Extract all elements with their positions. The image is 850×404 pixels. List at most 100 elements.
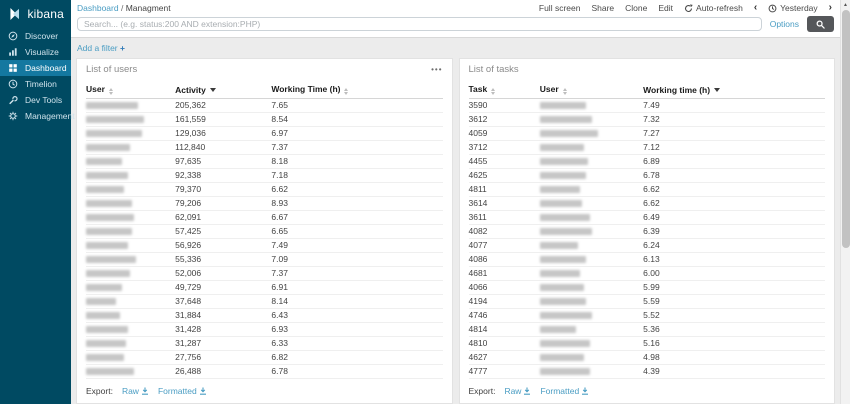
auto-refresh-button[interactable]: Auto-refresh [684,3,743,13]
table-row[interactable]: 112,8407.37 [86,141,443,155]
table-row[interactable]: 37,6488.14 [86,295,443,309]
table-row[interactable]: 44556.89 [469,155,826,169]
share-button[interactable]: Share [591,3,614,13]
table-row[interactable]: 47465.52 [469,309,826,323]
table-row[interactable]: 48116.62 [469,183,826,197]
clone-button[interactable]: Clone [625,3,647,13]
column-header-user[interactable]: User [86,82,175,99]
panel-options-icon[interactable]: ••• [431,66,442,74]
table-row[interactable]: 40665.99 [469,281,826,295]
table-row[interactable]: 31,2876.33 [86,337,443,351]
table-row[interactable]: 52,0067.37 [86,267,443,281]
table-row[interactable]: 26,4886.78 [86,365,443,379]
table-row[interactable]: 79,3706.62 [86,183,443,197]
sidebar-item-discover[interactable]: Discover [0,28,71,44]
user-cell [540,295,643,309]
search-button[interactable] [807,16,834,32]
table-row[interactable]: 31,4286.93 [86,323,443,337]
user-cell [540,309,643,323]
table-row[interactable]: 55,3367.09 [86,253,443,267]
redacted-user-name [86,284,122,291]
table-row[interactable]: 41945.59 [469,295,826,309]
time-picker-button[interactable]: Yesterday [768,3,818,13]
user-cell [540,141,643,155]
table-row[interactable]: 31,8846.43 [86,309,443,323]
sidebar-item-management[interactable]: Management [0,108,71,124]
data-cell: 8.18 [271,155,442,169]
table-row[interactable]: 36146.62 [469,197,826,211]
sidebar-item-visualize[interactable]: Visualize [0,44,71,60]
table-row[interactable]: 62,0916.67 [86,211,443,225]
table-row[interactable]: 37127.12 [469,141,826,155]
options-link[interactable]: Options [770,19,799,29]
add-filter-plus-icon[interactable]: + [120,43,125,53]
breadcrumb-dashboard-link[interactable]: Dashboard [77,3,119,13]
export-raw-link[interactable]: Raw [504,386,531,396]
sidebar-item-timelion[interactable]: Timelion [0,76,71,92]
table-row[interactable]: 36127.32 [469,113,826,127]
breadcrumb-current: Managment [126,3,171,13]
sidebar-item-label: Management [25,111,75,121]
table-row[interactable]: 56,9267.49 [86,239,443,253]
table-row[interactable]: 35907.49 [469,99,826,113]
data-cell: 129,036 [175,127,271,141]
table-row[interactable]: 92,3387.18 [86,169,443,183]
table-row[interactable]: 48145.36 [469,323,826,337]
user-cell [86,239,175,253]
add-filter-button[interactable]: Add a filter [77,43,118,53]
sidebar-item-dashboard[interactable]: Dashboard [0,60,71,76]
table-row[interactable]: 49,7296.91 [86,281,443,295]
table-row[interactable]: 47774.39 [469,365,826,379]
data-cell: 4681 [469,267,540,281]
table-row[interactable]: 48105.16 [469,337,826,351]
user-cell [540,365,643,379]
table-row[interactable]: 79,2068.93 [86,197,443,211]
table-row[interactable]: 27,7566.82 [86,351,443,365]
table-row[interactable]: 97,6358.18 [86,155,443,169]
data-cell: 161,559 [175,113,271,127]
table-row[interactable]: 46816.00 [469,267,826,281]
user-cell [86,281,175,295]
redacted-user-name [86,186,124,193]
sidebar-item-dev-tools[interactable]: Dev Tools [0,92,71,108]
export-raw-link[interactable]: Raw [122,386,149,396]
redacted-user-name [540,340,590,347]
filter-bar: Add a filter + [76,41,835,58]
export-formatted-link[interactable]: Formatted [158,386,207,396]
download-icon [199,387,207,395]
table-row[interactable]: 205,3627.65 [86,99,443,113]
panel-list-of-tasks: List of tasks TaskUserWorking time (h) 3… [459,58,836,404]
user-cell [86,337,175,351]
edit-button[interactable]: Edit [658,3,673,13]
table-row[interactable]: 40866.13 [469,253,826,267]
kibana-logo[interactable]: kibana [0,0,71,28]
column-header-working-time-h[interactable]: Working time (h) [643,82,825,99]
table-row[interactable]: 40826.39 [469,225,826,239]
table-row[interactable]: 129,0366.97 [86,127,443,141]
table-row[interactable]: 40776.24 [469,239,826,253]
table-row[interactable]: 46274.98 [469,351,826,365]
table-row[interactable]: 161,5598.54 [86,113,443,127]
redacted-user-name [540,130,598,137]
export-formatted-link[interactable]: Formatted [540,386,589,396]
full-screen-button[interactable]: Full screen [539,3,581,13]
scroll-up-arrow-icon[interactable]: ▲ [841,0,850,10]
chevron-left-icon[interactable]: ‹ [754,3,757,13]
column-header-user[interactable]: User [540,82,643,99]
user-cell [540,197,643,211]
sidebar-item-label: Visualize [25,47,59,57]
table-row[interactable]: 46256.78 [469,169,826,183]
column-header-activity[interactable]: Activity [175,82,271,99]
chevron-right-icon[interactable]: › [829,3,832,13]
column-header-working-time-h[interactable]: Working Time (h) [271,82,442,99]
data-cell: 6.62 [643,183,825,197]
search-input[interactable] [77,17,762,31]
scrollbar-thumb[interactable] [842,10,850,248]
page-scrollbar[interactable]: ▲ [840,0,850,404]
table-row[interactable]: 40597.27 [469,127,826,141]
panel-list-of-users: List of users ••• UserActivityWorking Ti… [76,58,453,404]
table-row[interactable]: 36116.49 [469,211,826,225]
kibana-logo-icon [7,6,22,22]
table-row[interactable]: 57,4256.65 [86,225,443,239]
column-header-task[interactable]: Task [469,82,540,99]
